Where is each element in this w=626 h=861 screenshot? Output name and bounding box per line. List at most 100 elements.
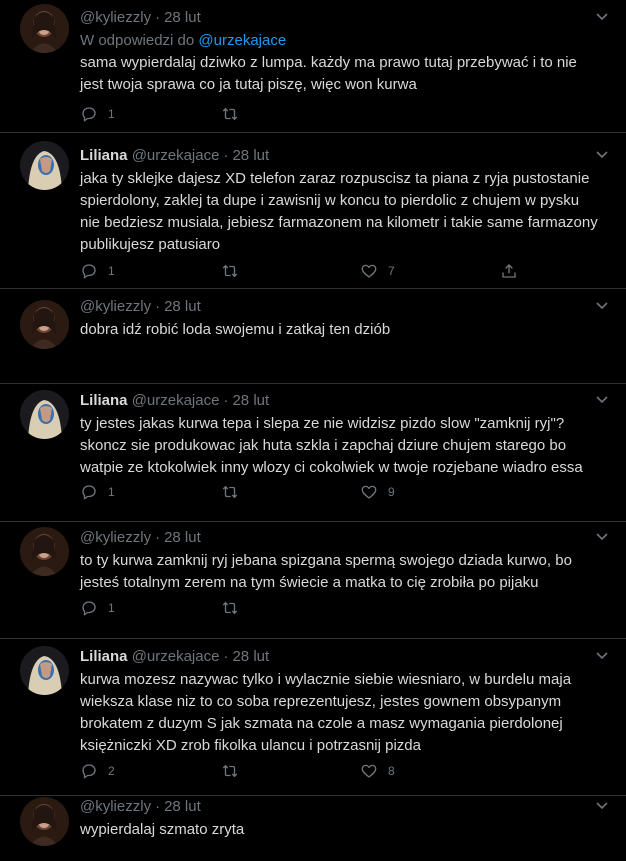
reply-button[interactable]: 1 — [80, 104, 115, 124]
reply-icon — [82, 485, 96, 500]
user-handle[interactable]: @kyliezzly — [80, 798, 151, 815]
tweet-header: Liliana @urzekajace · 28 lut — [80, 146, 269, 166]
separator-dot: · — [223, 392, 229, 409]
reply-icon — [82, 264, 96, 279]
retweet-icon — [222, 485, 238, 499]
separator-dot: · — [155, 9, 161, 26]
avatar[interactable] — [20, 646, 69, 695]
timestamp[interactable]: 28 lut — [232, 648, 269, 665]
tweet-text: jaka ty sklejke dajesz XD telefon zaraz … — [80, 170, 598, 253]
timestamp[interactable]: 28 lut — [164, 529, 201, 546]
tweet[interactable]: Liliana @urzekajace · 28 lut jaka ty sklej… — [0, 133, 626, 289]
display-name[interactable]: Liliana — [80, 392, 128, 409]
timestamp[interactable]: 28 lut — [164, 298, 201, 315]
retweet-icon — [222, 601, 238, 615]
tweet-actions: 1 9 — [80, 482, 530, 502]
tweet-text: sama wypierdalaj dziwko z lumpa. każdy m… — [80, 54, 577, 93]
retweet-button[interactable] — [220, 761, 250, 781]
tweet[interactable]: Liliana @urzekajace · 28 lut ty jestes jak… — [0, 384, 626, 522]
user-handle[interactable]: @urzekajace — [132, 147, 220, 164]
reply-count: 1 — [108, 485, 115, 499]
reply-button[interactable]: 1 — [80, 261, 115, 281]
like-count: 9 — [388, 485, 395, 499]
retweet-button[interactable] — [220, 104, 250, 124]
retweet-icon — [222, 764, 238, 778]
retweet-icon — [222, 264, 238, 278]
tweet-text: dobra idź robić loda swojemu i zatkaj te… — [80, 321, 391, 338]
user-handle[interactable]: @kyliezzly — [80, 529, 151, 546]
chevron-down-icon[interactable] — [596, 801, 608, 811]
reply-icon — [82, 764, 96, 779]
timestamp[interactable]: 28 lut — [232, 392, 269, 409]
avatar[interactable] — [20, 4, 69, 53]
separator-dot: · — [155, 798, 161, 815]
reply-mention-link[interactable]: @urzekajace — [198, 32, 286, 49]
timestamp[interactable]: 28 lut — [164, 9, 201, 26]
tweet-header: Liliana @urzekajace · 28 lut — [80, 647, 269, 667]
tweet-header: @kyliezzly · 28 lut — [80, 297, 201, 317]
like-count: 8 — [388, 764, 395, 778]
chevron-down-icon[interactable] — [596, 12, 608, 22]
avatar[interactable] — [20, 300, 69, 349]
timestamp[interactable]: 28 lut — [232, 147, 269, 164]
tweet-actions: 1 7 — [80, 261, 530, 281]
chevron-down-icon[interactable] — [596, 395, 608, 405]
separator-dot: · — [223, 648, 229, 665]
tweet[interactable]: @kyliezzly · 28 lut dobra idź robić loda s… — [0, 289, 626, 384]
tweet-actions: 1 — [80, 104, 530, 124]
chevron-down-icon[interactable] — [596, 532, 608, 542]
reply-count: 1 — [108, 107, 115, 121]
share-button[interactable] — [500, 261, 518, 281]
tweet-text: wypierdalaj szmato zryta — [80, 821, 245, 838]
display-name[interactable]: Liliana — [80, 147, 128, 164]
tweet-header: Liliana @urzekajace · 28 lut — [80, 391, 269, 411]
tweet-header: @kyliezzly · 28 lut — [80, 528, 201, 548]
reply-button[interactable]: 2 — [80, 761, 115, 781]
reply-button[interactable]: 1 — [80, 598, 115, 618]
display-name[interactable]: Liliana — [80, 648, 128, 665]
chevron-down-icon[interactable] — [596, 150, 608, 160]
reply-count: 1 — [108, 264, 115, 278]
chevron-down-icon[interactable] — [596, 301, 608, 311]
avatar[interactable] — [20, 141, 69, 190]
tweet[interactable]: @kyliezzly · 28 lut wypierdalaj szmato zry… — [0, 796, 626, 861]
retweet-button[interactable] — [220, 482, 250, 502]
chevron-down-icon[interactable] — [596, 651, 608, 661]
avatar[interactable] — [20, 527, 69, 576]
user-handle[interactable]: @urzekajace — [132, 648, 220, 665]
heart-icon — [361, 264, 377, 278]
tweet[interactable]: Liliana @urzekajace · 28 lut kurwa mozesz … — [0, 639, 626, 796]
tweet[interactable]: @kyliezzly · 28 lut to ty kurwa zamknij ry… — [0, 522, 626, 639]
tweet-text: kurwa mozesz nazywac tylko i wylacznie s… — [80, 671, 572, 754]
tweet-text: ty jestes jakas kurwa tepa i slepa ze ni… — [80, 415, 583, 476]
retweet-button[interactable] — [220, 598, 250, 618]
separator-dot: · — [223, 147, 229, 164]
tweet-header: @kyliezzly · 28 lut — [80, 797, 201, 817]
reply-count: 2 — [108, 764, 115, 778]
share-icon — [502, 264, 516, 278]
avatar[interactable] — [20, 797, 69, 846]
tweet-actions: 2 8 — [80, 761, 530, 781]
tweet-text: to ty kurwa zamknij ryj jebana spizgana … — [80, 552, 572, 591]
reply-icon — [82, 107, 96, 122]
timestamp[interactable]: 28 lut — [164, 798, 201, 815]
replying-to: W odpowiedzi do @urzekajace — [80, 31, 286, 51]
user-handle[interactable]: @kyliezzly — [80, 9, 151, 26]
tweet-header: @kyliezzly · 28 lut — [80, 8, 201, 28]
tweet-actions: 1 — [80, 598, 530, 618]
reply-button[interactable]: 1 — [80, 482, 115, 502]
user-handle[interactable]: @kyliezzly — [80, 298, 151, 315]
like-button[interactable]: 8 — [360, 761, 395, 781]
retweet-button[interactable] — [220, 261, 250, 281]
separator-dot: · — [155, 529, 161, 546]
reply-count: 1 — [108, 601, 115, 615]
reply-icon — [82, 601, 96, 616]
avatar[interactable] — [20, 390, 69, 439]
heart-icon — [361, 485, 377, 499]
heart-icon — [361, 764, 377, 778]
tweet[interactable]: @kyliezzly · 28 lut W odpowiedzi do @urzek… — [0, 0, 626, 133]
user-handle[interactable]: @urzekajace — [132, 392, 220, 409]
like-button[interactable]: 9 — [360, 482, 395, 502]
retweet-icon — [222, 107, 238, 121]
like-button[interactable]: 7 — [360, 261, 395, 281]
